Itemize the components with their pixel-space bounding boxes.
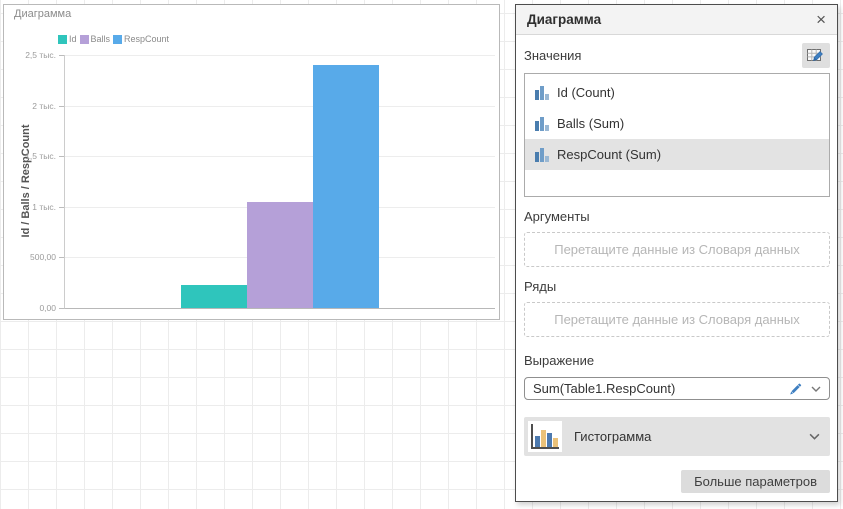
- y-tick-label: 500,00: [4, 252, 56, 262]
- bar-respcount: [313, 65, 379, 308]
- h-gridline: [65, 55, 495, 56]
- legend-item-respcount: RespCount: [113, 34, 169, 44]
- expression-value: Sum(Table1.RespCount): [533, 381, 787, 396]
- bar-id: [181, 285, 247, 308]
- expression-field[interactable]: Sum(Table1.RespCount): [524, 377, 830, 400]
- grid-pencil-icon: [806, 47, 826, 64]
- legend-label: RespCount: [124, 34, 169, 44]
- bar-balls: [247, 202, 313, 308]
- series-bars-icon: [535, 148, 549, 162]
- arguments-drop-placeholder: Перетащите данные из Словаря данных: [554, 242, 800, 257]
- values-list: Id (Count) Balls (Sum) RespCount (Sum): [524, 73, 830, 197]
- y-tick-label: 2 тыс.: [4, 101, 56, 111]
- more-parameters-button[interactable]: Больше параметров: [681, 470, 830, 493]
- values-list-item-label: Id (Count): [557, 85, 615, 100]
- y-axis: 0,00 500,00 1 тыс. 1,5 тыс. 2 тыс. 2,5 тыс.: [4, 5, 65, 321]
- legend-swatch: [113, 35, 122, 44]
- values-list-item-label: RespCount (Sum): [557, 147, 661, 162]
- edit-values-button[interactable]: [802, 43, 830, 68]
- h-gridline: [65, 156, 495, 157]
- legend-label: Id: [69, 34, 77, 44]
- values-label: Значения: [524, 48, 581, 63]
- close-icon[interactable]: ×: [816, 11, 826, 28]
- chart-type-value: Гистограмма: [574, 429, 809, 444]
- chart-component[interactable]: Диаграмма IdBallsRespCount Id / Balls / …: [3, 4, 500, 320]
- y-tick-label: 0,00: [4, 303, 56, 313]
- panel-body: Значения Id (Count) Balls (Sum) RespCount …: [516, 35, 837, 493]
- chevron-down-icon[interactable]: [811, 386, 821, 392]
- expression-label: Выражение: [524, 353, 830, 368]
- histogram-icon: [528, 421, 562, 452]
- legend-swatch: [80, 35, 89, 44]
- values-list-item-label: Balls (Sum): [557, 116, 624, 131]
- h-gridline: [65, 106, 495, 107]
- panel-header: Диаграмма ×: [516, 5, 837, 35]
- series-dropzone[interactable]: Перетащите данные из Словаря данных: [524, 302, 830, 337]
- chevron-down-icon: [809, 433, 820, 440]
- panel-title: Диаграмма: [527, 12, 601, 27]
- plot-area: [64, 55, 495, 309]
- y-tick-label: 1 тыс.: [4, 202, 56, 212]
- arguments-label: Аргументы: [524, 209, 830, 224]
- values-list-item[interactable]: RespCount (Sum): [525, 139, 829, 170]
- series-label: Ряды: [524, 279, 830, 294]
- values-list-item[interactable]: Balls (Sum): [525, 108, 829, 139]
- values-list-item[interactable]: Id (Count): [525, 77, 829, 108]
- series-bars-icon: [535, 117, 549, 131]
- y-tick-label: 2,5 тыс.: [4, 50, 56, 60]
- series-bars-icon: [535, 86, 549, 100]
- arguments-dropzone[interactable]: Перетащите данные из Словаря данных: [524, 232, 830, 267]
- panel-footer: Больше параметров: [524, 470, 830, 493]
- legend-label: Balls: [91, 34, 111, 44]
- y-tick-label: 1,5 тыс.: [4, 151, 56, 161]
- values-section-header: Значения: [524, 42, 830, 68]
- chart-type-select[interactable]: Гистограмма: [524, 417, 830, 456]
- legend-item-balls: Balls: [80, 34, 111, 44]
- diagram-properties-panel: Диаграмма × Значения Id (Count) Balls (Su…: [515, 4, 838, 502]
- series-drop-placeholder: Перетащите данные из Словаря данных: [554, 312, 800, 327]
- chart-legend: Id Balls RespCount: [58, 34, 169, 44]
- pencil-icon[interactable]: [787, 381, 802, 396]
